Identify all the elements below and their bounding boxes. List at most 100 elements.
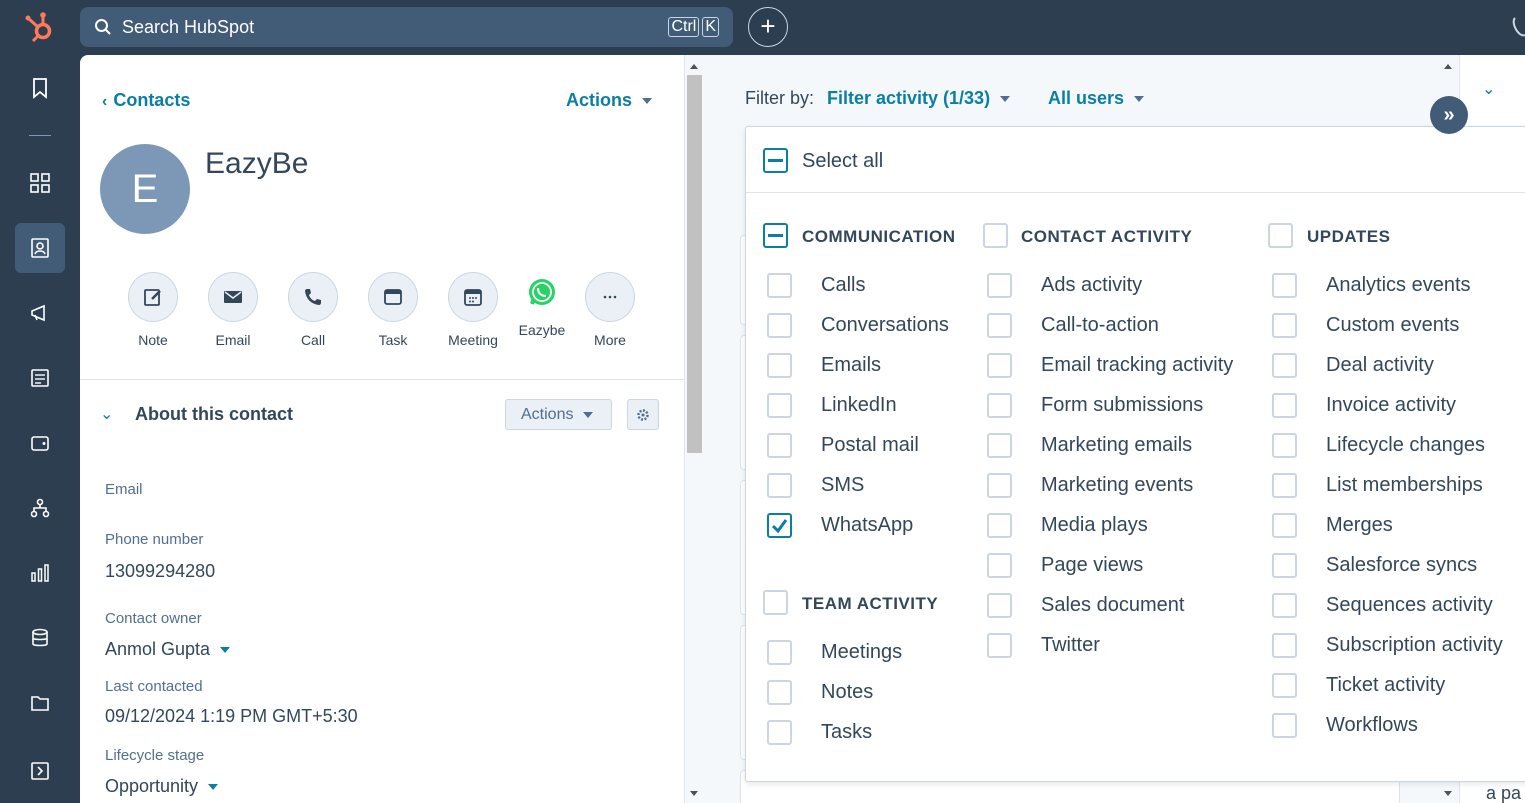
nav-automation[interactable]: [15, 483, 65, 533]
select-all-row[interactable]: Select all: [746, 127, 1525, 193]
about-section-title[interactable]: About this contact: [135, 404, 293, 425]
contact-actions-menu[interactable]: Actions: [566, 90, 653, 111]
marketing-events-label[interactable]: Marketing events: [1041, 474, 1193, 497]
select-all-label[interactable]: Select all: [802, 150, 883, 173]
nav-content[interactable]: [15, 353, 65, 403]
nav-marketing[interactable]: [15, 288, 65, 338]
tasks-checkbox[interactable]: [767, 720, 792, 745]
deal-activity-checkbox[interactable]: [1272, 353, 1297, 378]
page-views-label[interactable]: Page views: [1041, 554, 1143, 577]
sms-checkbox[interactable]: [767, 473, 792, 498]
subscription-activity-checkbox[interactable]: [1272, 633, 1297, 658]
task-action[interactable]: Task: [358, 272, 428, 348]
nav-data[interactable]: [15, 613, 65, 663]
chevron-down-icon[interactable]: ⌄: [100, 404, 113, 424]
back-to-contacts-link[interactable]: ‹ Contacts: [102, 90, 190, 111]
linkedin-label[interactable]: LinkedIn: [821, 394, 897, 417]
media-plays-label[interactable]: Media plays: [1041, 514, 1148, 537]
invoice-activity-checkbox[interactable]: [1272, 393, 1297, 418]
postal-mail-label[interactable]: Postal mail: [821, 434, 919, 457]
communication-checkbox[interactable]: [763, 223, 788, 248]
merges-label[interactable]: Merges: [1326, 514, 1393, 537]
contact-activity-heading[interactable]: CONTACT ACTIVITY: [1021, 227, 1192, 247]
sales-document-label[interactable]: Sales document: [1041, 594, 1184, 617]
contact-activity-checkbox[interactable]: [983, 223, 1008, 248]
scroll-down-arrow[interactable]: [1444, 791, 1452, 796]
filter-activity-dropdown[interactable]: Filter activity (1/33): [827, 88, 1011, 109]
emails-label[interactable]: Emails: [821, 354, 881, 377]
marketing-emails-label[interactable]: Marketing emails: [1041, 434, 1192, 457]
marketing-emails-checkbox[interactable]: [987, 433, 1012, 458]
marketing-events-checkbox[interactable]: [987, 473, 1012, 498]
sequences-activity-label[interactable]: Sequences activity: [1326, 594, 1493, 617]
list-memberships-label[interactable]: List memberships: [1326, 474, 1483, 497]
nav-expand[interactable]: [15, 746, 65, 796]
whatsapp-checkbox[interactable]: [767, 513, 792, 538]
nav-reporting[interactable]: [15, 548, 65, 598]
owner-property-value[interactable]: Anmol Gupta: [105, 639, 231, 660]
tasks-label[interactable]: Tasks: [821, 721, 872, 744]
twitter-label[interactable]: Twitter: [1041, 634, 1100, 657]
nav-workspaces[interactable]: [15, 158, 65, 208]
team-activity-checkbox[interactable]: [763, 590, 788, 615]
invoice-activity-label[interactable]: Invoice activity: [1326, 394, 1456, 417]
sms-label[interactable]: SMS: [821, 474, 864, 497]
meeting-action[interactable]: Meeting: [438, 272, 508, 348]
form-submissions-checkbox[interactable]: [987, 393, 1012, 418]
scroll-up-arrow[interactable]: [1444, 64, 1452, 69]
meetings-label[interactable]: Meetings: [821, 641, 902, 664]
eazybe-action[interactable]: Eazybe: [507, 272, 577, 338]
nav-library[interactable]: [15, 678, 65, 728]
nav-crm[interactable]: [15, 223, 65, 273]
scroll-down-arrow[interactable]: [690, 791, 698, 796]
contact-name[interactable]: EazyBe: [205, 147, 308, 181]
call-to-action-label[interactable]: Call-to-action: [1041, 314, 1159, 337]
hubspot-logo-icon[interactable]: [22, 10, 58, 46]
workflows-label[interactable]: Workflows: [1326, 714, 1418, 737]
lifecycle-changes-checkbox[interactable]: [1272, 433, 1297, 458]
updates-checkbox[interactable]: [1268, 223, 1293, 248]
conversations-label[interactable]: Conversations: [821, 314, 949, 337]
note-action[interactable]: Note: [118, 272, 188, 348]
notes-checkbox[interactable]: [767, 680, 792, 705]
conversations-checkbox[interactable]: [767, 313, 792, 338]
list-memberships-checkbox[interactable]: [1272, 473, 1297, 498]
whatsapp-label[interactable]: WhatsApp: [821, 514, 913, 537]
chevron-down-icon[interactable]: ⌄: [1482, 79, 1495, 99]
postal-mail-checkbox[interactable]: [767, 433, 792, 458]
communication-heading[interactable]: COMMUNICATION: [802, 227, 956, 247]
settings-button[interactable]: [627, 399, 659, 430]
expand-panel-button[interactable]: »: [1430, 96, 1468, 134]
page-views-checkbox[interactable]: [987, 553, 1012, 578]
scrollbar-thumb[interactable]: [687, 75, 702, 453]
nav-bookmarks[interactable]: [15, 63, 65, 113]
form-submissions-label[interactable]: Form submissions: [1041, 394, 1203, 417]
twitter-checkbox[interactable]: [987, 633, 1012, 658]
email-action[interactable]: Email: [198, 272, 268, 348]
phone-property-value[interactable]: 13099294280: [105, 561, 215, 582]
calls-label[interactable]: Calls: [821, 274, 865, 297]
call-action[interactable]: Call: [278, 272, 348, 348]
lifecycle-stage-value[interactable]: Opportunity: [105, 776, 219, 797]
updates-heading[interactable]: UPDATES: [1307, 227, 1390, 247]
merges-checkbox[interactable]: [1272, 513, 1297, 538]
search-bar[interactable]: Search HubSpot Ctrl K: [80, 7, 733, 47]
salesforce-syncs-checkbox[interactable]: [1272, 553, 1297, 578]
calling-icon[interactable]: [1512, 16, 1525, 38]
workflows-checkbox[interactable]: [1272, 713, 1297, 738]
sequences-activity-checkbox[interactable]: [1272, 593, 1297, 618]
meetings-checkbox[interactable]: [767, 640, 792, 665]
nav-commerce[interactable]: [15, 418, 65, 468]
media-plays-checkbox[interactable]: [987, 513, 1012, 538]
calls-checkbox[interactable]: [767, 273, 792, 298]
analytics-events-checkbox[interactable]: [1272, 273, 1297, 298]
custom-events-label[interactable]: Custom events: [1326, 314, 1459, 337]
notes-label[interactable]: Notes: [821, 681, 873, 704]
sales-document-checkbox[interactable]: [987, 593, 1012, 618]
ticket-activity-checkbox[interactable]: [1272, 673, 1297, 698]
ticket-activity-label[interactable]: Ticket activity: [1326, 674, 1445, 697]
salesforce-syncs-label[interactable]: Salesforce syncs: [1326, 554, 1477, 577]
deal-activity-label[interactable]: Deal activity: [1326, 354, 1434, 377]
team-activity-heading[interactable]: TEAM ACTIVITY: [802, 594, 938, 614]
all-users-dropdown[interactable]: All users: [1048, 88, 1145, 109]
